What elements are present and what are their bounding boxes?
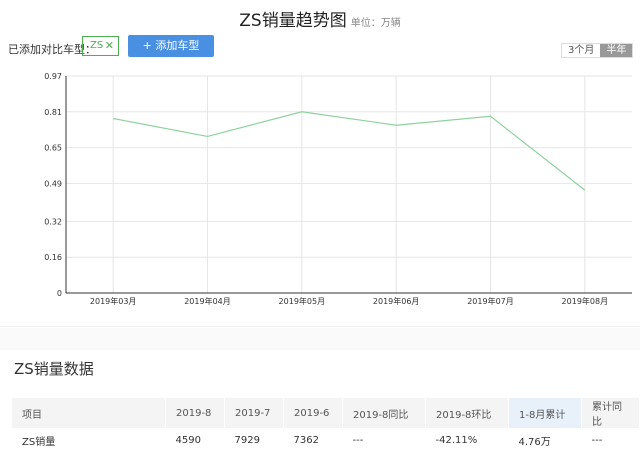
table-cell: ZS销量 [22, 436, 56, 448]
y-tick-label: 0.97 [44, 72, 62, 81]
table-cell: 4.76万 [518, 436, 551, 448]
col-header: 1-8月累计 [508, 398, 582, 428]
x-tick-label: 2019年03月 [90, 296, 137, 306]
x-tick-label: 2019年04月 [184, 296, 231, 306]
range-toggle: 3个月 半年 [561, 43, 634, 58]
col-header: 2019-7 [224, 398, 284, 428]
table-cell: -42.11% [435, 434, 478, 446]
sales-trend-chart: 0 0.16 0.32 0.49 0.65 0.81 0.97 2019年03月 2019年0… [44, 72, 632, 306]
y-tick-label: 0.49 [44, 179, 62, 188]
divider [0, 326, 640, 327]
table-cell: --- [352, 434, 364, 446]
compare-tag[interactable]: ZS ✕ [82, 36, 119, 56]
unit-label: 单位：万辆 [350, 18, 401, 29]
col-header: 项目 [12, 398, 166, 428]
series-line [113, 111, 586, 191]
y-tick-label: 0.16 [44, 253, 62, 262]
add-model-button[interactable]: + 添加车型 [128, 35, 214, 57]
y-tick-label: 0 [57, 289, 62, 298]
chart-title: ZS销量趋势图 [239, 11, 347, 31]
col-header: 累计同比 [581, 398, 640, 428]
col-header: 2019-8 [165, 398, 225, 428]
separator-band [0, 328, 640, 350]
sales-data-table: 项目 2019-8 2019-7 2019-6 2019-8同比 2019-8环… [12, 398, 640, 452]
x-tick-label: 2019年08月 [562, 296, 609, 306]
table-cell: 7362 [293, 434, 319, 446]
col-header: 2019-8环比 [425, 398, 509, 428]
range-option-half-year[interactable]: 半年 [600, 44, 633, 57]
y-tick-label: 0.32 [44, 217, 62, 226]
table-cell: --- [591, 434, 603, 446]
close-icon[interactable]: ✕ [105, 37, 114, 55]
table-cell: 4590 [175, 434, 201, 446]
col-header: 2019-6 [283, 398, 343, 428]
table-header-row: 项目 2019-8 2019-7 2019-6 2019-8同比 2019-8环… [12, 398, 640, 428]
section-title: ZS销量数据 [14, 360, 94, 378]
x-tick-label: 2019年06月 [373, 296, 420, 306]
table-row: ZS销量 4590 7929 7362 --- -42.11% 4.76万 --… [12, 428, 640, 452]
col-header: 2019-8同比 [342, 398, 426, 428]
x-tick-label: 2019年07月 [467, 296, 514, 306]
compare-tag-label: ZS [90, 40, 104, 51]
chart-title-row: ZS销量趋势图 单位：万辆 [0, 6, 640, 31]
x-tick-label: 2019年05月 [279, 296, 326, 306]
y-tick-label: 0.81 [44, 108, 62, 117]
range-option-3m[interactable]: 3个月 [562, 44, 600, 57]
table-cell: 7929 [234, 434, 260, 446]
y-tick-label: 0.65 [44, 144, 62, 153]
